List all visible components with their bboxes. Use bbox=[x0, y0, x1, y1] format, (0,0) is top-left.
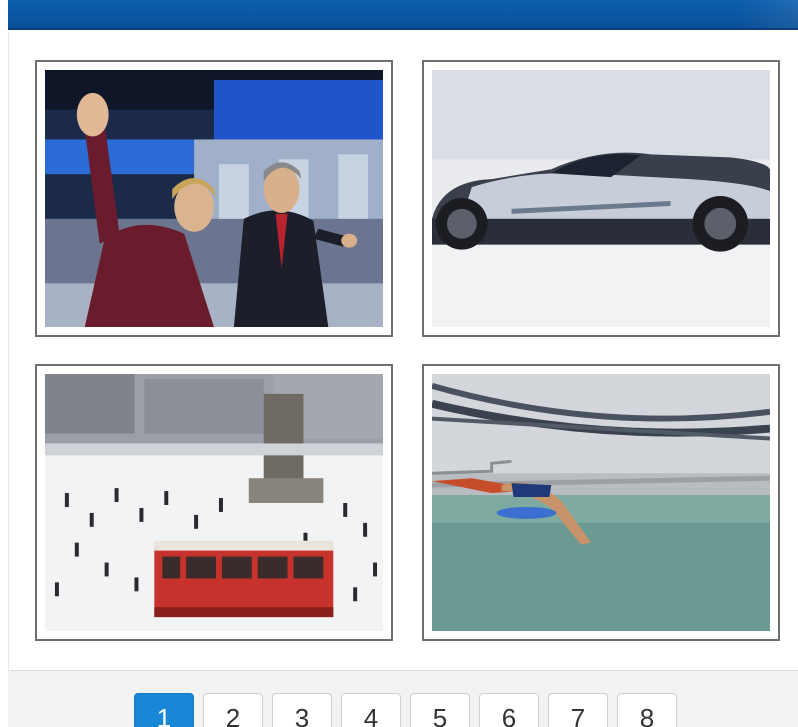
photo-snowy-square-tram bbox=[45, 374, 383, 631]
image-gallery bbox=[8, 32, 798, 672]
thumbnail-3[interactable] bbox=[35, 364, 393, 641]
thumbnail-2[interactable] bbox=[422, 60, 780, 337]
thumbnail-4[interactable] bbox=[422, 364, 780, 641]
page-button-2[interactable]: 2 bbox=[203, 693, 263, 727]
photo-waving-couple bbox=[45, 70, 383, 327]
photo-bridge-swimmer bbox=[432, 374, 770, 631]
photo-concept-car bbox=[432, 70, 770, 327]
page-button-6[interactable]: 6 bbox=[479, 693, 539, 727]
page-button-5[interactable]: 5 bbox=[410, 693, 470, 727]
page-button-8[interactable]: 8 bbox=[617, 693, 677, 727]
page-button-4[interactable]: 4 bbox=[341, 693, 401, 727]
pagination-bar: 1 2 3 4 5 6 7 8 bbox=[8, 670, 798, 727]
page-button-7[interactable]: 7 bbox=[548, 693, 608, 727]
page-button-1[interactable]: 1 bbox=[134, 693, 194, 727]
pagination: 1 2 3 4 5 6 7 8 bbox=[134, 693, 677, 727]
page-button-3[interactable]: 3 bbox=[272, 693, 332, 727]
thumbnail-1[interactable] bbox=[35, 60, 393, 337]
header-bar bbox=[8, 0, 798, 30]
